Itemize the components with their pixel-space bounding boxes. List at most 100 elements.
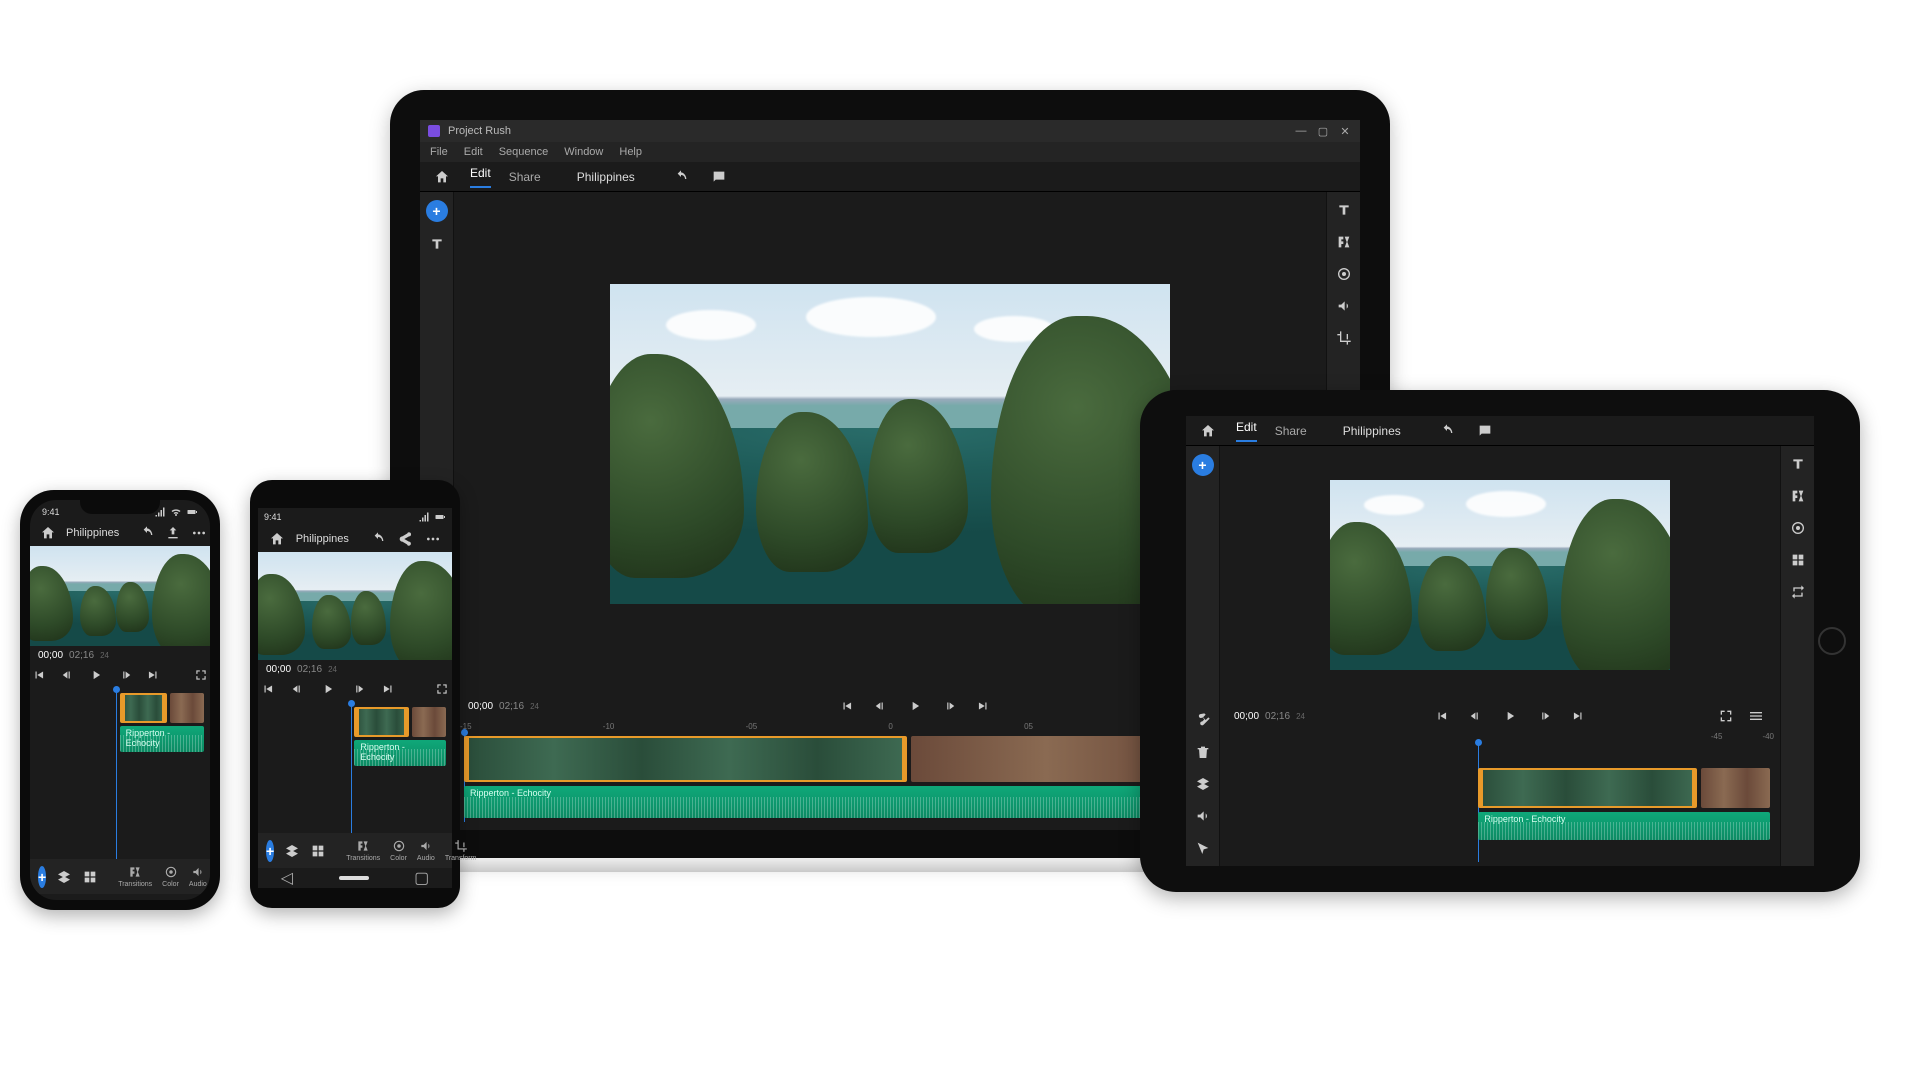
play-button[interactable] (1500, 706, 1520, 726)
fullscreen-icon[interactable] (432, 679, 452, 699)
go-start-button[interactable] (1432, 706, 1452, 726)
go-start-button[interactable] (837, 696, 857, 716)
video-clip[interactable] (1701, 768, 1770, 808)
video-preview[interactable] (610, 284, 1170, 604)
grid-panel-icon[interactable] (1788, 550, 1808, 570)
video-preview[interactable] (258, 552, 452, 660)
go-start-button[interactable] (30, 665, 48, 685)
audio-icon[interactable] (1193, 806, 1213, 826)
video-clip[interactable] (1478, 768, 1697, 808)
transitions-panel-icon[interactable] (1788, 486, 1808, 506)
step-back-button[interactable] (1466, 706, 1486, 726)
audio-clip[interactable]: Ripperton - Echocity (354, 740, 446, 766)
menu-help[interactable]: Help (619, 146, 642, 158)
video-clip[interactable] (170, 693, 204, 723)
audio-panel-icon[interactable] (1334, 296, 1354, 316)
export-icon[interactable] (165, 523, 181, 543)
audio-clip[interactable]: Ripperton - Echocity (120, 726, 204, 752)
video-clip[interactable] (464, 736, 907, 782)
add-media-button[interactable]: + (266, 840, 274, 862)
play-button[interactable] (905, 696, 925, 716)
play-button[interactable] (318, 679, 338, 699)
more-icon[interactable] (191, 523, 207, 543)
home-icon[interactable] (40, 523, 56, 543)
playhead[interactable] (116, 689, 117, 859)
nav-recent-button[interactable]: ▢ (414, 868, 429, 888)
step-back-button[interactable] (58, 665, 76, 685)
window-minimize-button[interactable]: — (1294, 124, 1308, 138)
pointer-icon[interactable] (1193, 838, 1213, 858)
audio-clip[interactable]: Ripperton - Echocity (1478, 812, 1770, 840)
add-media-button[interactable]: + (426, 200, 448, 222)
tool-audio[interactable]: Audio (189, 865, 207, 888)
tool-color[interactable]: Color (162, 865, 179, 888)
transitions-panel-icon[interactable] (1334, 232, 1354, 252)
titles-icon[interactable] (427, 234, 447, 254)
step-back-button[interactable] (871, 696, 891, 716)
go-end-button[interactable] (1568, 706, 1588, 726)
menu-sequence[interactable]: Sequence (499, 146, 549, 158)
fullscreen-icon[interactable] (192, 665, 210, 685)
play-button[interactable] (87, 665, 105, 685)
crop-panel-icon[interactable] (1334, 328, 1354, 348)
video-preview[interactable] (30, 546, 210, 646)
titles-panel-icon[interactable] (1334, 200, 1354, 220)
home-icon[interactable] (1198, 421, 1218, 441)
tool-transitions[interactable]: Transitions (346, 839, 380, 862)
iphone-timeline[interactable]: Ripperton - Echocity (30, 689, 210, 859)
window-close-button[interactable]: ✕ (1338, 124, 1352, 138)
video-clip[interactable] (354, 707, 409, 737)
add-media-button[interactable]: + (1192, 454, 1214, 476)
playhead[interactable] (351, 703, 352, 833)
undo-icon[interactable] (369, 529, 387, 549)
go-end-button[interactable] (378, 679, 398, 699)
menu-icon[interactable] (1746, 706, 1766, 726)
home-icon[interactable] (432, 167, 452, 187)
feedback-icon[interactable] (709, 167, 729, 187)
window-maximize-button[interactable]: ▢ (1316, 124, 1330, 138)
step-forward-button[interactable] (115, 665, 133, 685)
step-forward-button[interactable] (348, 679, 368, 699)
android-timeline[interactable]: Ripperton - Echocity (258, 703, 452, 833)
undo-icon[interactable] (671, 167, 691, 187)
undo-icon[interactable] (1437, 421, 1457, 441)
color-panel-icon[interactable] (1334, 264, 1354, 284)
video-preview[interactable] (1330, 480, 1670, 670)
loop-panel-icon[interactable] (1788, 582, 1808, 602)
undo-icon[interactable] (139, 523, 155, 543)
step-forward-button[interactable] (939, 696, 959, 716)
layers-icon[interactable] (284, 841, 300, 861)
video-clip[interactable] (120, 693, 167, 723)
go-end-button[interactable] (973, 696, 993, 716)
tool-audio[interactable]: Audio (417, 839, 435, 862)
trash-icon[interactable] (1193, 742, 1213, 762)
color-panel-icon[interactable] (1788, 518, 1808, 538)
titles-panel-icon[interactable] (1788, 454, 1808, 474)
layers-icon[interactable] (56, 867, 72, 887)
tool-transitions[interactable]: Transitions (118, 865, 152, 888)
nav-home-button[interactable] (339, 876, 369, 880)
grid-icon[interactable] (82, 867, 98, 887)
menu-edit[interactable]: Edit (464, 146, 483, 158)
feedback-icon[interactable] (1475, 421, 1495, 441)
tool-transform[interactable]: Transform (445, 839, 477, 862)
home-icon[interactable] (268, 529, 286, 549)
tab-edit[interactable]: Edit (1236, 420, 1257, 442)
grid-icon[interactable] (310, 841, 326, 861)
fullscreen-icon[interactable] (1716, 706, 1736, 726)
nav-back-button[interactable]: ◁ (281, 868, 293, 888)
video-clip[interactable] (412, 707, 446, 737)
tab-share[interactable]: Share (1275, 424, 1307, 438)
more-icon[interactable] (424, 529, 442, 549)
add-media-button[interactable]: + (38, 866, 46, 888)
go-start-button[interactable] (258, 679, 278, 699)
tablet-home-button[interactable] (1818, 627, 1846, 655)
share-icon[interactable] (397, 529, 415, 549)
go-end-button[interactable] (144, 665, 162, 685)
menu-file[interactable]: File (430, 146, 448, 158)
tool-color[interactable]: Color (390, 839, 407, 862)
step-back-button[interactable] (288, 679, 308, 699)
step-forward-button[interactable] (1534, 706, 1554, 726)
tab-share[interactable]: Share (509, 170, 541, 184)
scissors-icon[interactable] (1193, 710, 1213, 730)
